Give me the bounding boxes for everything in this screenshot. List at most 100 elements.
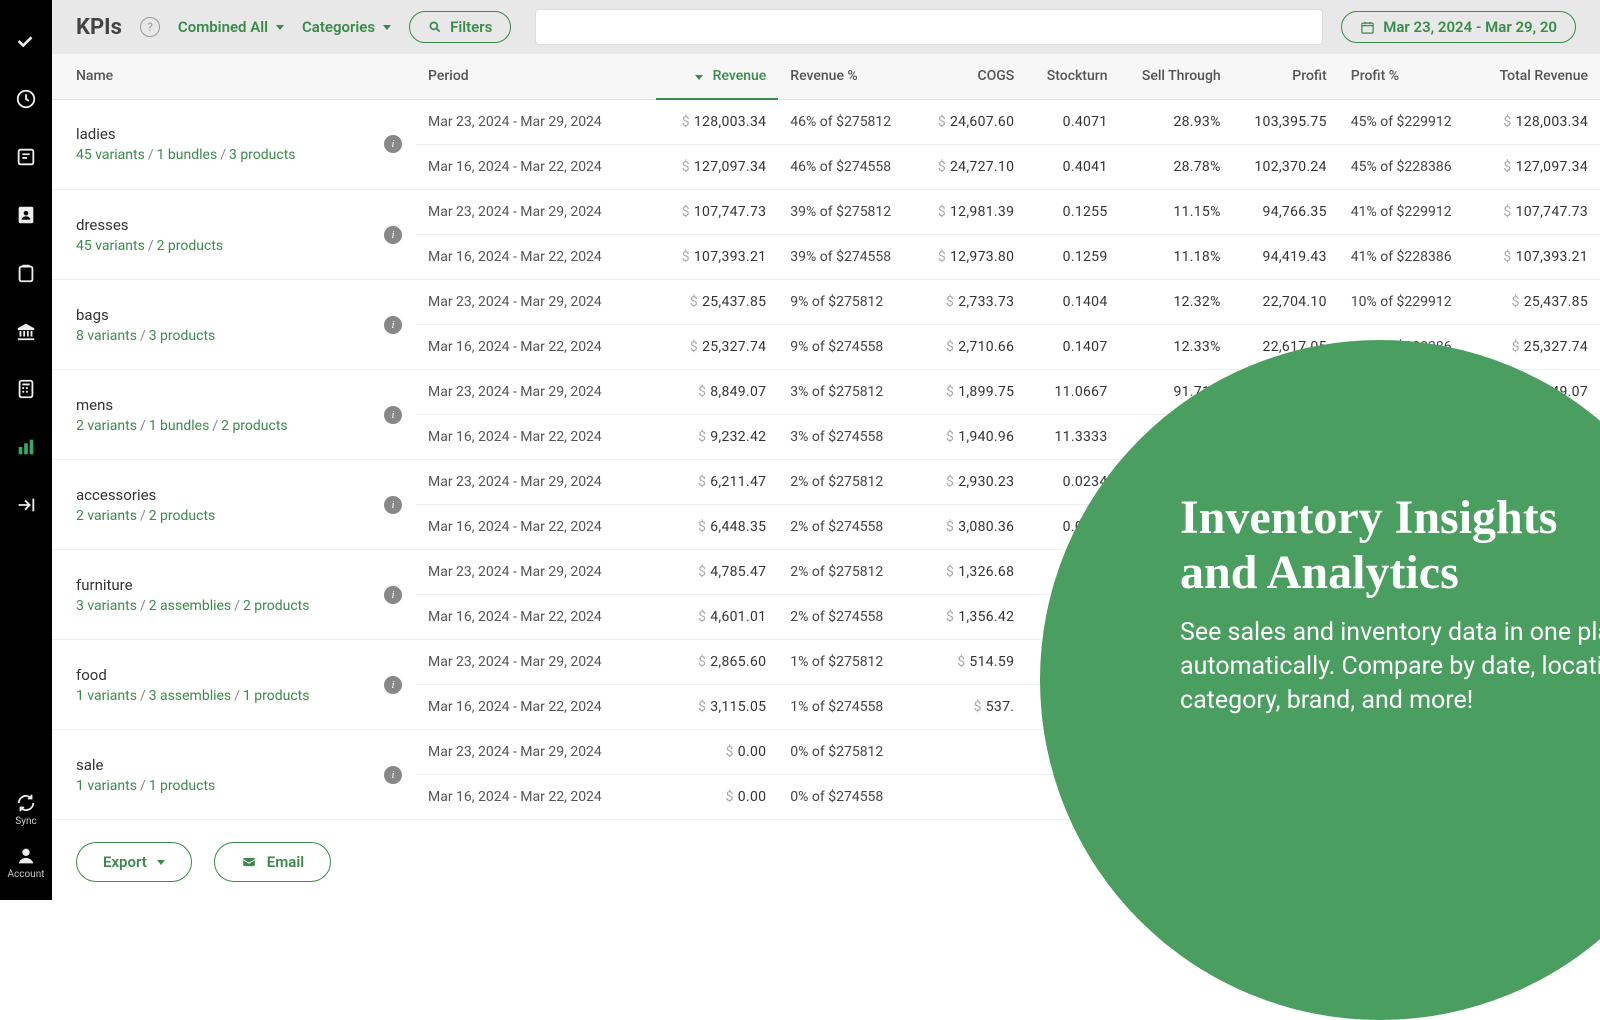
- category-name[interactable]: food: [76, 666, 360, 684]
- cell: $107,393.21: [1476, 235, 1600, 280]
- cell: Mar 16, 2024 - Mar 22, 2024: [416, 235, 656, 280]
- sublink[interactable]: 45 variants: [76, 147, 145, 163]
- info-icon[interactable]: i: [384, 316, 402, 334]
- sublink[interactable]: 1 bundles: [157, 147, 218, 163]
- cell: Mar 16, 2024 - Mar 22, 2024: [416, 595, 656, 640]
- cell: $1,899.75: [916, 370, 1027, 415]
- info-icon[interactable]: i: [384, 496, 402, 514]
- nav-reports-icon[interactable]: [0, 418, 52, 476]
- cell: 10% of $229912: [1339, 280, 1476, 325]
- sublink[interactable]: 3 assemblies: [149, 688, 231, 704]
- nav-collapse-icon[interactable]: [0, 476, 52, 534]
- cell: $128,003.34: [1476, 99, 1600, 145]
- sublink[interactable]: 3 products: [149, 328, 216, 344]
- col-profit-pct[interactable]: Profit %: [1339, 54, 1476, 99]
- sublink[interactable]: 45 variants: [76, 238, 145, 254]
- col-revenue-pct[interactable]: Revenue %: [778, 54, 915, 99]
- row-name-cell: mens 2 variants/1 bundles/2 products: [52, 370, 372, 460]
- category-name[interactable]: bags: [76, 306, 360, 324]
- date-range-button[interactable]: Mar 23, 2024 - Mar 29, 20: [1341, 11, 1576, 43]
- category-name[interactable]: mens: [76, 396, 360, 414]
- sublink[interactable]: 2 assemblies: [149, 598, 231, 614]
- promo-body: See sales and inventory data in one plac…: [1180, 616, 1600, 717]
- category-name[interactable]: dresses: [76, 216, 360, 234]
- info-icon[interactable]: i: [384, 766, 402, 784]
- col-sell-through[interactable]: Sell Through: [1120, 54, 1233, 99]
- nav-clipboard-icon[interactable]: [0, 244, 52, 302]
- nav-orders-icon[interactable]: [0, 128, 52, 186]
- cell: Mar 23, 2024 - Mar 29, 2024: [416, 460, 656, 505]
- col-revenue[interactable]: Revenue: [656, 54, 778, 99]
- export-button[interactable]: Export: [76, 842, 192, 882]
- info-icon[interactable]: i: [384, 226, 402, 244]
- sublink[interactable]: 3 products: [229, 147, 296, 163]
- cell: $1,326.68: [916, 550, 1027, 595]
- nav-calc-icon[interactable]: [0, 360, 52, 418]
- cell: $128,003.34: [656, 99, 778, 145]
- cell: Mar 16, 2024 - Mar 22, 2024: [416, 775, 656, 820]
- sublinks: 45 variants/2 products: [76, 238, 360, 254]
- category-name[interactable]: ladies: [76, 125, 360, 143]
- sublink[interactable]: 2 products: [149, 508, 216, 524]
- cell: Mar 16, 2024 - Mar 22, 2024: [416, 505, 656, 550]
- cell: 102,370.24: [1233, 145, 1339, 190]
- nav-home-icon[interactable]: [0, 12, 52, 70]
- category-name[interactable]: accessories: [76, 486, 360, 504]
- sublink[interactable]: 1 variants: [76, 778, 137, 794]
- sublink[interactable]: 2 variants: [76, 508, 137, 524]
- sublinks: 8 variants/3 products: [76, 328, 360, 344]
- row-name-cell: bags 8 variants/3 products: [52, 280, 372, 370]
- row-name-cell: food1 variants/3 assemblies/1 products: [52, 640, 372, 730]
- cell: 0.1255: [1026, 190, 1119, 235]
- cell: $8,849.07: [656, 370, 778, 415]
- filters-button[interactable]: Filters: [409, 11, 511, 43]
- nav-time-icon[interactable]: [0, 70, 52, 128]
- sublink[interactable]: 8 variants: [76, 328, 137, 344]
- sublink[interactable]: 3 variants: [76, 598, 137, 614]
- cell: 12.33%: [1120, 325, 1233, 370]
- category-name[interactable]: furniture: [76, 576, 360, 594]
- cell: 39% of $274558: [778, 235, 915, 280]
- sublink[interactable]: 2 products: [221, 418, 288, 434]
- nav-bank-icon[interactable]: [0, 302, 52, 360]
- combined-dropdown[interactable]: Combined All: [178, 18, 284, 36]
- cell: 94,419.43: [1233, 235, 1339, 280]
- col-name[interactable]: Name: [52, 54, 416, 99]
- sublink[interactable]: 1 variants: [76, 688, 137, 704]
- col-profit[interactable]: Profit: [1233, 54, 1339, 99]
- sublink[interactable]: 1 products: [243, 688, 310, 704]
- cell: Mar 23, 2024 - Mar 29, 2024: [416, 550, 656, 595]
- cell: $2,865.60: [656, 640, 778, 685]
- cell: $4,601.01: [656, 595, 778, 640]
- caret-down-icon: [157, 860, 165, 865]
- sublink[interactable]: 2 variants: [76, 418, 137, 434]
- row-name-cell: dresses 45 variants/2 products: [52, 190, 372, 280]
- sublink[interactable]: 2 products: [243, 598, 310, 614]
- email-icon: [241, 855, 257, 869]
- cell: 41% of $229912: [1339, 190, 1476, 235]
- info-icon[interactable]: i: [384, 135, 402, 153]
- cell: 2% of $274558: [778, 595, 915, 640]
- col-total-revenue[interactable]: Total Revenue: [1476, 54, 1600, 99]
- info-icon[interactable]: i: [384, 586, 402, 604]
- sublinks: 3 variants/2 assemblies/2 products: [76, 598, 360, 614]
- col-stockturn[interactable]: Stockturn: [1026, 54, 1119, 99]
- email-button[interactable]: Email: [214, 842, 331, 882]
- col-cogs[interactable]: COGS: [916, 54, 1027, 99]
- cell: [916, 775, 1027, 820]
- categories-dropdown[interactable]: Categories: [302, 18, 391, 36]
- search-icon: [428, 20, 442, 34]
- cell: $3,080.36: [916, 505, 1027, 550]
- sublinks: 2 variants/1 bundles/2 products: [76, 418, 360, 434]
- nav-contacts-icon[interactable]: [0, 186, 52, 244]
- sublink[interactable]: 1 products: [149, 778, 216, 794]
- info-icon[interactable]: i: [384, 406, 402, 424]
- col-period[interactable]: Period: [416, 54, 656, 99]
- row-name-cell: sale1 variants/1 products: [52, 730, 372, 820]
- category-name[interactable]: sale: [76, 756, 360, 774]
- search-input[interactable]: [535, 9, 1323, 45]
- info-icon[interactable]: i: [384, 676, 402, 694]
- sublink[interactable]: 2 products: [157, 238, 224, 254]
- sublink[interactable]: 1 bundles: [149, 418, 210, 434]
- help-icon[interactable]: ?: [140, 17, 160, 37]
